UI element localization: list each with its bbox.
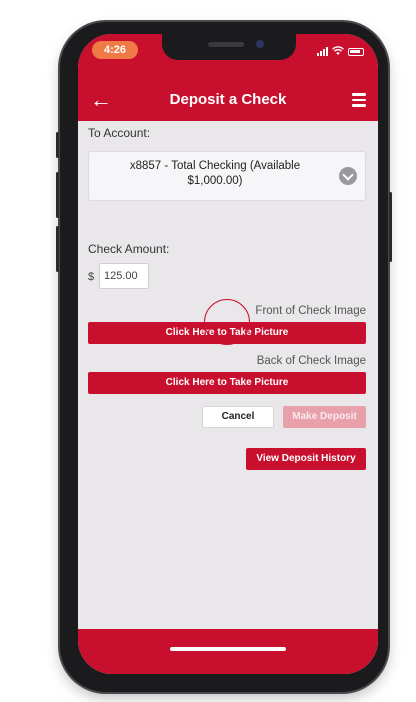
phone-frame: 4:26 ← Deposit a Check To Account: x8857… xyxy=(56,22,392,692)
home-indicator[interactable] xyxy=(170,647,286,651)
notch xyxy=(162,34,296,60)
account-select-value: x8857 - Total Checking (Available $1,000… xyxy=(99,159,331,189)
front-picture-button[interactable]: Click Here to Take Picture xyxy=(88,322,366,344)
status-time: 4:26 xyxy=(92,41,138,59)
volume-down-button xyxy=(56,226,59,272)
front-image-label: Front of Check Image xyxy=(255,305,366,317)
mute-switch xyxy=(56,132,59,158)
account-select[interactable]: x8857 - Total Checking (Available $1,000… xyxy=(88,151,366,201)
volume-up-button xyxy=(56,172,59,218)
speaker-grille xyxy=(208,42,244,47)
account-line-1: x8857 - Total Checking (Available xyxy=(129,160,301,172)
make-deposit-button[interactable]: Make Deposit xyxy=(283,406,366,428)
check-amount-label: Check Amount: xyxy=(88,242,170,256)
bottom-bar xyxy=(78,629,378,674)
wifi-icon xyxy=(332,46,344,55)
currency-symbol: $ xyxy=(88,271,95,283)
nav-bar: ← Deposit a Check xyxy=(78,79,378,121)
front-camera xyxy=(256,40,264,48)
chevron-down-icon[interactable] xyxy=(339,167,357,185)
battery-icon xyxy=(348,48,364,56)
status-icons xyxy=(317,44,364,56)
signal-icon xyxy=(317,47,328,56)
back-image-label: Back of Check Image xyxy=(256,355,366,367)
to-account-label: To Account: xyxy=(88,126,151,140)
phone-screen: 4:26 ← Deposit a Check To Account: x8857… xyxy=(78,34,378,674)
status-bar: 4:26 xyxy=(78,34,378,79)
cancel-button[interactable]: Cancel xyxy=(202,406,274,428)
power-button xyxy=(389,192,392,262)
back-arrow-icon[interactable]: ← xyxy=(88,87,114,113)
page-title: Deposit a Check xyxy=(169,91,287,108)
amount-input[interactable]: 125.00 xyxy=(99,263,149,289)
hamburger-menu-icon[interactable] xyxy=(352,93,366,107)
back-picture-button[interactable]: Click Here to Take Picture xyxy=(88,372,366,394)
view-deposit-history-button[interactable]: View Deposit History xyxy=(246,448,366,470)
account-line-2: $1,000.00) xyxy=(187,175,243,187)
